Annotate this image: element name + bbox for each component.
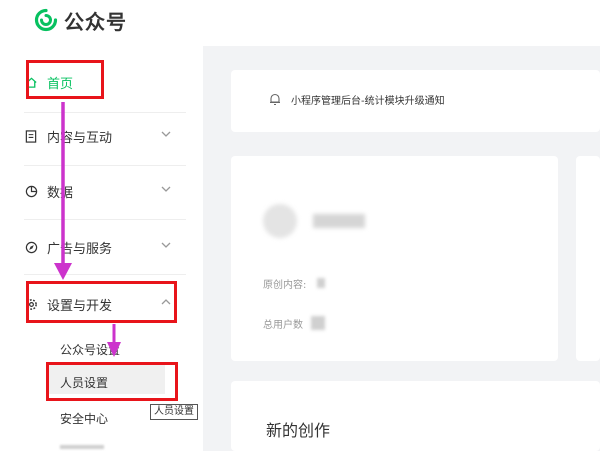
arrow-head-1	[54, 263, 72, 280]
annotation-arrows	[54, 102, 121, 357]
arrow-head-2	[107, 342, 121, 357]
